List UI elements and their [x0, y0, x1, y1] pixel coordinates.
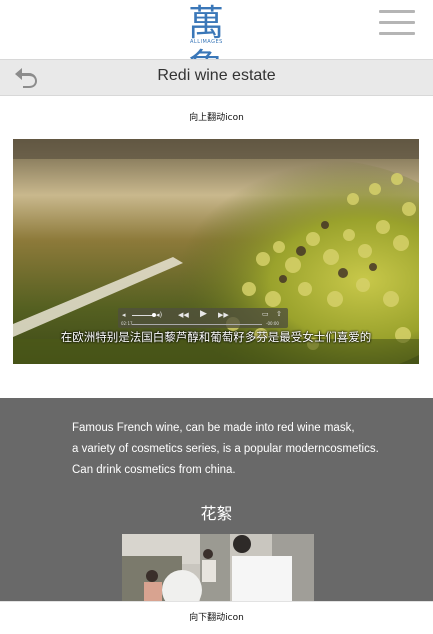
info-section: Famous French wine, can be made into red… — [0, 398, 433, 601]
brand-logo[interactable]: 萬象 ALLIMAGES — [188, 2, 250, 88]
gallery-heading: 花絮 — [200, 504, 233, 523]
description-text: Famous French wine, can be made into red… — [72, 418, 422, 481]
video-player[interactable]: ◂ ◂) ◀◀ ▶ ▶▶ ▭ ⇧ 02:17 -00:00 在欧洲特别是法国白藜… — [13, 139, 419, 364]
video-controls: ◂ ◂) ◀◀ ▶ ▶▶ ▭ ⇧ 02:17 -00:00 — [118, 308, 288, 328]
description-line: a variety of cosmetics series, is a popu… — [72, 443, 379, 455]
volume-low-icon[interactable]: ◂ — [122, 310, 126, 320]
rewind-icon[interactable]: ◀◀ — [178, 310, 189, 320]
logo-english-text: ALLIMAGES — [190, 39, 223, 45]
photo-image — [122, 534, 314, 601]
page-title: Redi wine estate — [157, 67, 276, 84]
hamburger-menu-icon[interactable] — [379, 10, 415, 36]
time-elapsed: 02:17 — [121, 321, 133, 326]
title-bar: Redi wine estate — [0, 59, 433, 96]
video-subtitle: 在欧洲特别是法国白藜芦醇和葡萄籽多芬是最受女士们喜爱的 — [60, 330, 372, 344]
fullscreen-icon[interactable]: ⇧ — [276, 309, 282, 319]
bottom-bar: 向下翻动icon — [0, 601, 433, 634]
behind-the-scenes-photo[interactable] — [122, 534, 314, 601]
volume-slider[interactable] — [132, 313, 156, 317]
airplay-icon[interactable]: ▭ — [262, 309, 269, 319]
play-icon[interactable]: ▶ — [200, 309, 207, 319]
fast-forward-icon[interactable]: ▶▶ — [218, 310, 229, 320]
description-line: Can drink cosmetics from china. — [72, 464, 236, 476]
volume-high-icon[interactable]: ◂) — [156, 310, 162, 320]
video-progress-bar[interactable] — [132, 324, 262, 325]
description-line: Famous French wine, can be made into red… — [72, 422, 355, 434]
scroll-up-hint[interactable]: 向上翻动icon — [0, 110, 433, 123]
top-header: 萬象 ALLIMAGES — [0, 0, 433, 88]
time-remaining: -00:00 — [266, 321, 279, 326]
scroll-down-hint[interactable]: 向下翻动icon — [0, 610, 433, 623]
